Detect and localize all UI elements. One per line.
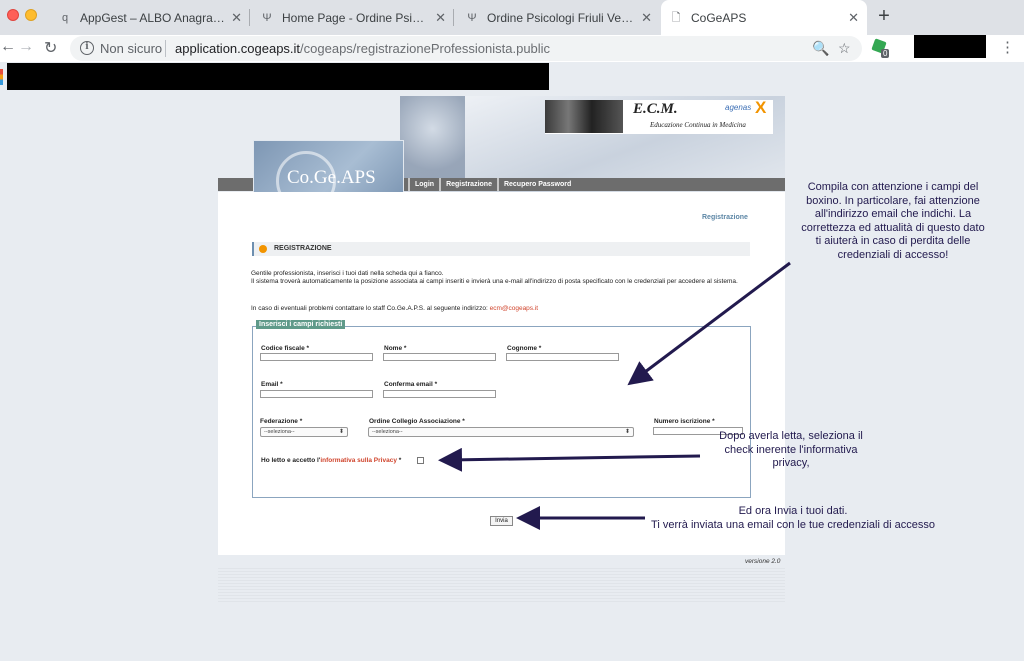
annotation-arrows bbox=[438, 261, 791, 530]
arrow-to-privacy bbox=[438, 447, 701, 472]
arrow-to-fields bbox=[627, 261, 791, 386]
